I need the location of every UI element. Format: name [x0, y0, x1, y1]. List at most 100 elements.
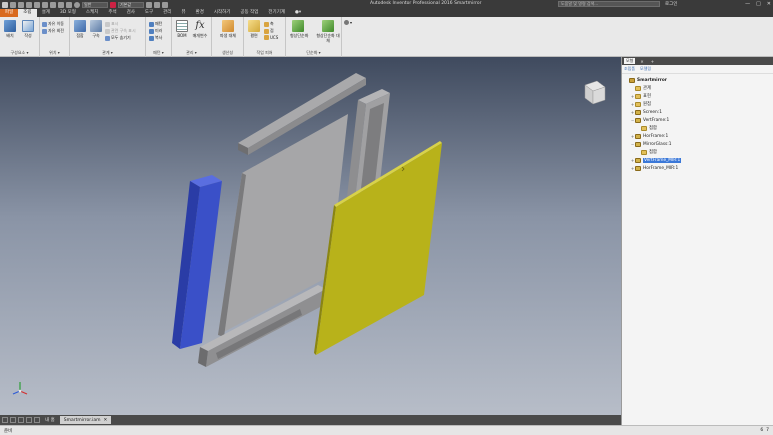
- tab-collaborate[interactable]: 공동 작업: [235, 9, 263, 17]
- hide-all-button[interactable]: 모두 숨기기: [105, 35, 131, 41]
- save-icon[interactable]: [26, 1, 32, 8]
- modeling-view-link[interactable]: 모델링: [640, 66, 651, 72]
- clear-override-icon[interactable]: [154, 1, 160, 8]
- tree-node[interactable]: + 표현: [624, 92, 773, 100]
- minimize-button[interactable]: —: [745, 1, 750, 7]
- tab-model[interactable]: 모형: [624, 58, 636, 64]
- close-icon[interactable]: ✕: [638, 59, 645, 64]
- tile-vertical-icon[interactable]: [2, 417, 8, 423]
- free-move-button[interactable]: 자유 이동: [42, 21, 64, 27]
- app-menu-icon[interactable]: [2, 1, 8, 8]
- tab-my-home[interactable]: 내 홈: [42, 417, 58, 423]
- ribbon-options-icon[interactable]: ●▾: [290, 9, 306, 17]
- tree-node-label: HorFrame_MIR:1: [643, 165, 679, 171]
- adjust-icon[interactable]: [146, 1, 152, 8]
- tab-tools[interactable]: 도구: [140, 9, 158, 17]
- vertframe-mir[interactable]: [172, 175, 222, 349]
- part-icon: [635, 117, 641, 123]
- assembly-view-link[interactable]: 조립품: [624, 66, 635, 72]
- tab-file[interactable]: 파일: [0, 9, 19, 17]
- tree-node[interactable]: 접합: [624, 124, 773, 132]
- tab-view[interactable]: 뷰: [176, 9, 190, 17]
- model-browser: 모형 ✕ + 조립품 모델링 Smartmirror 관계 + 표현 + 원점 + Scree…: [621, 57, 773, 425]
- tree-node[interactable]: Smartmirror: [624, 76, 773, 84]
- select-icon[interactable]: [66, 1, 72, 8]
- mirror-button[interactable]: 미러: [149, 28, 162, 34]
- tab-design[interactable]: 설계: [37, 9, 55, 17]
- customize-panel-dropdown[interactable]: ▾: [344, 20, 352, 25]
- create-button[interactable]: 작성: [20, 20, 36, 39]
- new-file-icon[interactable]: [10, 1, 16, 8]
- shrinkwrap-substitute-button[interactable]: 형상단순화 대체: [316, 20, 340, 43]
- panel-label[interactable]: 단순화 ▾: [286, 50, 341, 56]
- tab-annotate[interactable]: 주석: [103, 9, 121, 17]
- panel-label[interactable]: 위치 ▾: [40, 50, 69, 56]
- axis-button[interactable]: 축: [264, 21, 274, 27]
- tab-manage[interactable]: 관리: [158, 9, 176, 17]
- tree-node[interactable]: + HorFrame:1: [624, 132, 773, 140]
- tab-active-document[interactable]: Smartmirror.iam ✕: [59, 416, 112, 424]
- panel-label[interactable]: 패턴 ▾: [146, 50, 171, 56]
- pattern-button[interactable]: 패턴: [149, 21, 162, 27]
- graphics-viewport[interactable]: [0, 57, 621, 415]
- tree-node[interactable]: + VertFrame_MIR:1: [624, 156, 773, 164]
- appearance-combo[interactable]: 기본값: [118, 1, 144, 8]
- part-icon: [635, 109, 641, 115]
- cascade-icon[interactable]: [18, 417, 24, 423]
- redo-icon[interactable]: [42, 1, 48, 8]
- tree-node[interactable]: − VertFrame:1: [624, 116, 773, 124]
- help-search-input[interactable]: 도움말 및 명령 검색...: [558, 1, 660, 7]
- tab-environments[interactable]: 환경: [191, 9, 209, 17]
- material-combo[interactable]: 일반: [82, 1, 108, 8]
- formula-icon[interactable]: [162, 1, 168, 8]
- panel-label[interactable]: 구성요소 ▾: [0, 50, 39, 56]
- tree-node[interactable]: + Screen:1: [624, 108, 773, 116]
- close-button[interactable]: ✕: [767, 1, 771, 7]
- tree-node[interactable]: + 원점: [624, 100, 773, 108]
- window-list-icon[interactable]: [34, 417, 40, 423]
- show-sick-button[interactable]: 관련 구속 표시: [105, 28, 136, 34]
- tree-node[interactable]: + HorFrame_MIR:1: [624, 164, 773, 172]
- tab-get-started[interactable]: 시작하기: [209, 9, 236, 17]
- shrinkwrap-button[interactable]: 형상단순화: [290, 20, 308, 39]
- copy-button[interactable]: 복사: [149, 35, 162, 41]
- maximize-button[interactable]: □: [756, 1, 761, 7]
- add-browser-icon[interactable]: +: [649, 59, 656, 64]
- constrain-icon: [90, 20, 102, 32]
- tree-node[interactable]: 관계: [624, 84, 773, 92]
- point-button[interactable]: 점: [264, 28, 274, 34]
- tab-3d-model[interactable]: 3D 모형: [55, 9, 81, 17]
- tab-sketch[interactable]: 스케치: [81, 9, 103, 17]
- sign-in-button[interactable]: 로그인: [665, 1, 677, 7]
- ucs-button[interactable]: UCS: [264, 35, 278, 40]
- undo-icon[interactable]: [34, 1, 40, 8]
- parameters-button[interactable]: fx 매개변수: [192, 20, 208, 39]
- update-icon[interactable]: [58, 1, 64, 8]
- home-icon[interactable]: [50, 1, 56, 8]
- constrain-button[interactable]: 구속: [88, 20, 104, 39]
- viewcube-icon[interactable]: [579, 77, 609, 107]
- joint-button[interactable]: 접합: [72, 20, 88, 39]
- place-button[interactable]: 배치: [2, 20, 18, 39]
- derived-replace-button[interactable]: 파생 대체: [220, 20, 236, 39]
- part-icon: [635, 141, 641, 147]
- tab-electromechanical[interactable]: 전기기계: [263, 9, 290, 17]
- tree-node[interactable]: − MirrorGlass:1: [624, 140, 773, 148]
- tab-inspect[interactable]: 검사: [122, 9, 140, 17]
- assembly-scene[interactable]: [0, 57, 621, 415]
- open-file-icon[interactable]: [18, 1, 24, 8]
- arrange-icon[interactable]: [26, 417, 32, 423]
- tile-horizontal-icon[interactable]: [10, 417, 16, 423]
- tree-node[interactable]: 접합: [624, 148, 773, 156]
- fx-icon: fx: [195, 20, 205, 31]
- panel-pattern: 패턴 미러 복사 패턴 ▾: [146, 17, 172, 57]
- plane-button[interactable]: 평면: [246, 20, 262, 39]
- close-icon[interactable]: ✕: [104, 418, 108, 423]
- panel-label[interactable]: 관리 ▾: [172, 50, 211, 56]
- bom-button[interactable]: BOM: [174, 20, 190, 38]
- show-button[interactable]: 표시: [105, 21, 118, 27]
- tree-node-label: HorFrame:1: [643, 133, 669, 139]
- panel-label[interactable]: 관계 ▾: [70, 50, 145, 56]
- free-rotate-button[interactable]: 자유 회전: [42, 28, 64, 34]
- tab-assemble[interactable]: 조립: [18, 9, 37, 17]
